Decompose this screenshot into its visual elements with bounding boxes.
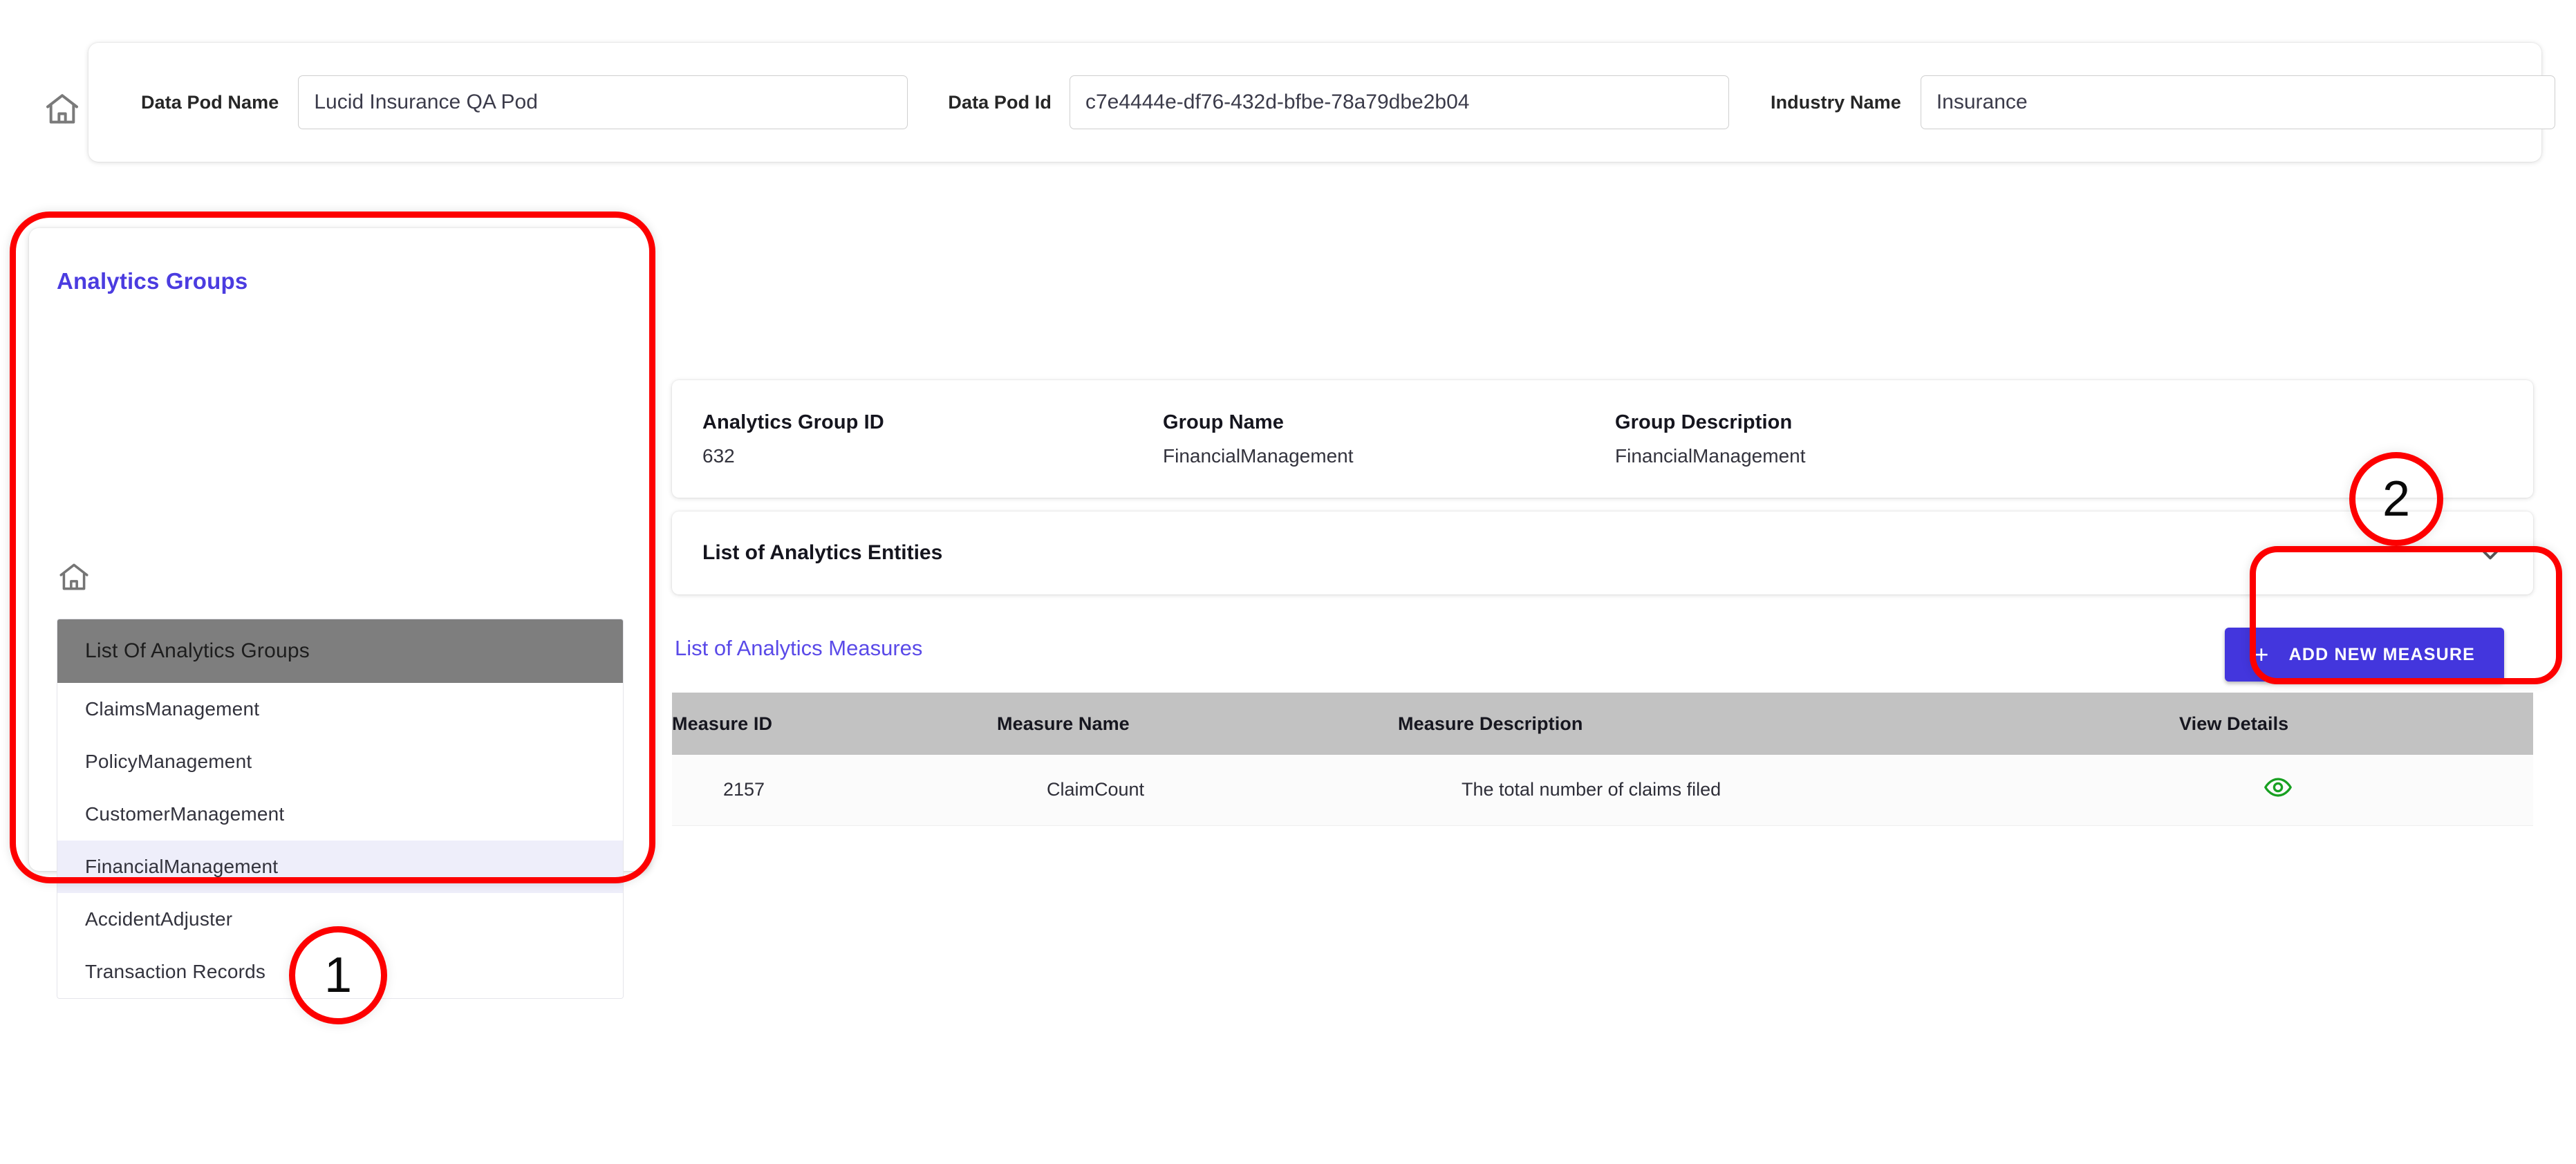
- group-description-value: FinancialManagement: [1615, 444, 1806, 467]
- data-pod-id-field-group: Data Pod Id c7e4444e-df76-432d-bfbe-78a7…: [948, 75, 1729, 129]
- sidebar-item-accidentadjuster[interactable]: AccidentAdjuster: [57, 893, 623, 946]
- plus-icon: +: [2254, 640, 2270, 668]
- measures-toolbar: List of Analytics Measures + ADD NEW MEA…: [672, 615, 2533, 705]
- sidebar-item-transaction-records[interactable]: Transaction Records: [57, 946, 623, 998]
- list-item-label: Transaction Records: [85, 961, 266, 982]
- cell-measure-name: ClaimCount: [997, 755, 1398, 826]
- add-new-measure-button[interactable]: + ADD NEW MEASURE: [2225, 628, 2504, 682]
- analytics-group-id-value: 632: [702, 444, 735, 467]
- group-summary-card: Analytics Group ID 632 Group Name Financ…: [672, 380, 2533, 498]
- data-pod-name-field-group: Data Pod Name Lucid Insurance QA Pod: [141, 75, 908, 129]
- cell-view-details: [2179, 755, 2533, 826]
- eye-icon[interactable]: [2264, 773, 2293, 802]
- group-name-column: Group Name FinancialManagement: [1163, 411, 1615, 467]
- analytics-group-id-column: Analytics Group ID 632: [702, 411, 1163, 467]
- analytics-entities-title: List of Analytics Entities: [702, 541, 943, 564]
- analytics-groups-list: List Of Analytics Groups ClaimsManagemen…: [57, 619, 624, 999]
- cell-measure-description: The total number of claims filed: [1398, 755, 2179, 826]
- chevron-down-icon[interactable]: [2475, 538, 2505, 568]
- home-icon[interactable]: [57, 560, 91, 594]
- sidebar-item-policymanagement[interactable]: PolicyManagement: [57, 735, 623, 788]
- measures-table: Measure ID Measure Name Measure Descript…: [672, 693, 2533, 826]
- cell-measure-id: 2157: [672, 755, 997, 826]
- table-row: 2157 ClaimCount The total number of clai…: [672, 755, 2533, 826]
- data-pod-name-label: Data Pod Name: [141, 91, 279, 113]
- data-pod-name-input[interactable]: Lucid Insurance QA Pod: [298, 75, 908, 129]
- column-header-view-details: View Details: [2179, 693, 2533, 755]
- analytics-groups-panel: Analytics Groups List Of Analytics Group…: [29, 228, 650, 999]
- data-pod-id-input[interactable]: c7e4444e-df76-432d-bfbe-78a79dbe2b04: [1069, 75, 1729, 129]
- list-item-label: PolicyManagement: [85, 751, 252, 772]
- column-header-measure-id: Measure ID: [672, 693, 997, 755]
- industry-name-label: Industry Name: [1770, 91, 1901, 113]
- analytics-entities-card[interactable]: List of Analytics Entities: [672, 511, 2533, 594]
- group-name-label: Group Name: [1163, 411, 1285, 433]
- sidebar-item-claimsmanagement[interactable]: ClaimsManagement: [57, 683, 623, 735]
- column-header-measure-description: Measure Description: [1398, 693, 2179, 755]
- data-pod-id-label: Data Pod Id: [948, 91, 1052, 113]
- analytics-groups-list-header: List Of Analytics Groups: [57, 619, 623, 683]
- analytics-group-id-label: Analytics Group ID: [702, 411, 884, 433]
- analytics-groups-title: Analytics Groups: [57, 268, 248, 294]
- list-item-label: ClaimsManagement: [85, 698, 260, 720]
- app-screenshot: Data Pod Name Lucid Insurance QA Pod Dat…: [0, 0, 2576, 1164]
- home-icon[interactable]: [43, 90, 82, 129]
- group-name-value: FinancialManagement: [1163, 444, 1354, 467]
- list-item-label: FinancialManagement: [85, 856, 279, 877]
- list-of-analytics-measures-link[interactable]: List of Analytics Measures: [675, 636, 922, 661]
- table-header-row: Measure ID Measure Name Measure Descript…: [672, 693, 2533, 755]
- list-item-label: CustomerManagement: [85, 803, 285, 825]
- list-item-label: AccidentAdjuster: [85, 908, 233, 930]
- group-description-label: Group Description: [1615, 411, 1793, 433]
- industry-name-field-group: Industry Name Insurance: [1771, 75, 2555, 129]
- industry-name-input[interactable]: Insurance: [1920, 75, 2555, 129]
- data-pod-header-bar: Data Pod Name Lucid Insurance QA Pod Dat…: [88, 43, 2555, 162]
- add-new-measure-label: ADD NEW MEASURE: [2288, 644, 2475, 664]
- column-header-measure-name: Measure Name: [997, 693, 1398, 755]
- sidebar-item-customermanagement[interactable]: CustomerManagement: [57, 788, 623, 841]
- sidebar-item-financialmanagement[interactable]: FinancialManagement: [57, 841, 623, 893]
- group-description-column: Group Description FinancialManagement: [1615, 411, 2237, 467]
